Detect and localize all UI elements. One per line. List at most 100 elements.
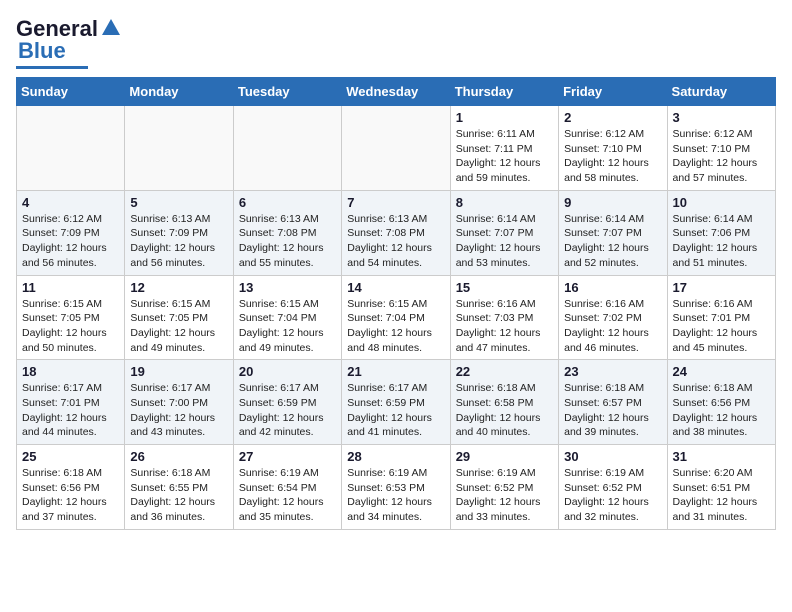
weekday-header-wednesday: Wednesday xyxy=(342,78,450,106)
day-number: 13 xyxy=(239,280,336,295)
day-number: 3 xyxy=(673,110,770,125)
week-row-4: 18 Sunrise: 6:17 AM Sunset: 7:01 PM Dayli… xyxy=(17,360,776,445)
day-info: Sunrise: 6:17 AM Sunset: 6:59 PM Dayligh… xyxy=(239,381,336,440)
day-number: 2 xyxy=(564,110,661,125)
day-number: 5 xyxy=(130,195,227,210)
weekday-header-tuesday: Tuesday xyxy=(233,78,341,106)
day-number: 7 xyxy=(347,195,444,210)
day-number: 27 xyxy=(239,449,336,464)
day-number: 15 xyxy=(456,280,553,295)
day-number: 28 xyxy=(347,449,444,464)
day-info: Sunrise: 6:18 AM Sunset: 6:57 PM Dayligh… xyxy=(564,381,661,440)
week-row-2: 4Sunrise: 6:12 AM Sunset: 7:09 PM Daylig… xyxy=(17,190,776,275)
day-number: 12 xyxy=(130,280,227,295)
calendar-cell: 29 Sunrise: 6:19 AM Sunset: 6:52 PM Dayli… xyxy=(450,445,558,530)
weekday-header-monday: Monday xyxy=(125,78,233,106)
calendar-cell xyxy=(233,106,341,191)
logo-blue: Blue xyxy=(18,38,66,64)
day-info: Sunrise: 6:19 AM Sunset: 6:52 PM Dayligh… xyxy=(456,466,553,525)
day-info: Sunrise: 6:17 AM Sunset: 7:01 PM Dayligh… xyxy=(22,381,119,440)
day-number: 24 xyxy=(673,364,770,379)
day-info: Sunrise: 6:15 AM Sunset: 7:04 PM Dayligh… xyxy=(239,297,336,356)
day-number: 1 xyxy=(456,110,553,125)
day-info: Sunrise: 6:16 AM Sunset: 7:02 PM Dayligh… xyxy=(564,297,661,356)
day-number: 6 xyxy=(239,195,336,210)
day-number: 31 xyxy=(673,449,770,464)
calendar-cell: 25 Sunrise: 6:18 AM Sunset: 6:56 PM Dayli… xyxy=(17,445,125,530)
day-info: Sunrise: 6:17 AM Sunset: 6:59 PM Dayligh… xyxy=(347,381,444,440)
day-number: 10 xyxy=(673,195,770,210)
calendar-cell: 11Sunrise: 6:15 AM Sunset: 7:05 PM Dayli… xyxy=(17,275,125,360)
calendar-cell: 5 Sunrise: 6:13 AM Sunset: 7:09 PM Daylig… xyxy=(125,190,233,275)
weekday-header-friday: Friday xyxy=(559,78,667,106)
calendar-cell: 20 Sunrise: 6:17 AM Sunset: 6:59 PM Dayli… xyxy=(233,360,341,445)
header: General Blue xyxy=(16,16,776,69)
weekday-header-sunday: Sunday xyxy=(17,78,125,106)
day-info: Sunrise: 6:18 AM Sunset: 6:56 PM Dayligh… xyxy=(22,466,119,525)
calendar-cell: 22Sunrise: 6:18 AM Sunset: 6:58 PM Dayli… xyxy=(450,360,558,445)
day-info: Sunrise: 6:11 AM Sunset: 7:11 PM Dayligh… xyxy=(456,127,553,186)
weekday-header-row: SundayMondayTuesdayWednesdayThursdayFrid… xyxy=(17,78,776,106)
day-number: 19 xyxy=(130,364,227,379)
calendar-cell: 3Sunrise: 6:12 AM Sunset: 7:10 PM Daylig… xyxy=(667,106,775,191)
day-info: Sunrise: 6:13 AM Sunset: 7:08 PM Dayligh… xyxy=(239,212,336,271)
day-info: Sunrise: 6:18 AM Sunset: 6:55 PM Dayligh… xyxy=(130,466,227,525)
calendar-cell: 30 Sunrise: 6:19 AM Sunset: 6:52 PM Dayli… xyxy=(559,445,667,530)
logo: General Blue xyxy=(16,16,122,69)
calendar-cell: 7 Sunrise: 6:13 AM Sunset: 7:08 PM Daylig… xyxy=(342,190,450,275)
day-info: Sunrise: 6:13 AM Sunset: 7:09 PM Dayligh… xyxy=(130,212,227,271)
day-number: 25 xyxy=(22,449,119,464)
day-info: Sunrise: 6:13 AM Sunset: 7:08 PM Dayligh… xyxy=(347,212,444,271)
day-number: 30 xyxy=(564,449,661,464)
calendar-cell: 19 Sunrise: 6:17 AM Sunset: 7:00 PM Dayli… xyxy=(125,360,233,445)
calendar-cell: 15 Sunrise: 6:16 AM Sunset: 7:03 PM Dayli… xyxy=(450,275,558,360)
day-number: 14 xyxy=(347,280,444,295)
day-number: 4 xyxy=(22,195,119,210)
calendar-cell: 24 Sunrise: 6:18 AM Sunset: 6:56 PM Dayli… xyxy=(667,360,775,445)
week-row-5: 25 Sunrise: 6:18 AM Sunset: 6:56 PM Dayli… xyxy=(17,445,776,530)
logo-icon xyxy=(100,17,122,39)
day-info: Sunrise: 6:15 AM Sunset: 7:04 PM Dayligh… xyxy=(347,297,444,356)
day-info: Sunrise: 6:19 AM Sunset: 6:54 PM Dayligh… xyxy=(239,466,336,525)
calendar-cell: 8 Sunrise: 6:14 AM Sunset: 7:07 PM Daylig… xyxy=(450,190,558,275)
day-number: 9 xyxy=(564,195,661,210)
logo-underline xyxy=(16,66,88,69)
calendar-cell: 9 Sunrise: 6:14 AM Sunset: 7:07 PM Daylig… xyxy=(559,190,667,275)
day-number: 29 xyxy=(456,449,553,464)
calendar-cell: 28Sunrise: 6:19 AM Sunset: 6:53 PM Dayli… xyxy=(342,445,450,530)
day-info: Sunrise: 6:12 AM Sunset: 7:10 PM Dayligh… xyxy=(564,127,661,186)
weekday-header-saturday: Saturday xyxy=(667,78,775,106)
day-info: Sunrise: 6:14 AM Sunset: 7:07 PM Dayligh… xyxy=(456,212,553,271)
calendar-cell: 27 Sunrise: 6:19 AM Sunset: 6:54 PM Dayli… xyxy=(233,445,341,530)
day-number: 26 xyxy=(130,449,227,464)
day-number: 17 xyxy=(673,280,770,295)
day-number: 20 xyxy=(239,364,336,379)
calendar-cell: 6 Sunrise: 6:13 AM Sunset: 7:08 PM Daylig… xyxy=(233,190,341,275)
day-info: Sunrise: 6:16 AM Sunset: 7:03 PM Dayligh… xyxy=(456,297,553,356)
day-info: Sunrise: 6:15 AM Sunset: 7:05 PM Dayligh… xyxy=(130,297,227,356)
calendar-cell: 1 Sunrise: 6:11 AM Sunset: 7:11 PM Daylig… xyxy=(450,106,558,191)
day-number: 8 xyxy=(456,195,553,210)
calendar-cell: 23Sunrise: 6:18 AM Sunset: 6:57 PM Dayli… xyxy=(559,360,667,445)
weekday-header-thursday: Thursday xyxy=(450,78,558,106)
day-info: Sunrise: 6:16 AM Sunset: 7:01 PM Dayligh… xyxy=(673,297,770,356)
calendar-cell: 31Sunrise: 6:20 AM Sunset: 6:51 PM Dayli… xyxy=(667,445,775,530)
calendar-cell: 14 Sunrise: 6:15 AM Sunset: 7:04 PM Dayli… xyxy=(342,275,450,360)
calendar-cell: 12 Sunrise: 6:15 AM Sunset: 7:05 PM Dayli… xyxy=(125,275,233,360)
calendar-cell: 17 Sunrise: 6:16 AM Sunset: 7:01 PM Dayli… xyxy=(667,275,775,360)
calendar-cell xyxy=(342,106,450,191)
day-info: Sunrise: 6:18 AM Sunset: 6:58 PM Dayligh… xyxy=(456,381,553,440)
calendar-cell xyxy=(125,106,233,191)
calendar-cell: 10 Sunrise: 6:14 AM Sunset: 7:06 PM Dayli… xyxy=(667,190,775,275)
day-info: Sunrise: 6:18 AM Sunset: 6:56 PM Dayligh… xyxy=(673,381,770,440)
day-info: Sunrise: 6:14 AM Sunset: 7:07 PM Dayligh… xyxy=(564,212,661,271)
calendar-cell: 18 Sunrise: 6:17 AM Sunset: 7:01 PM Dayli… xyxy=(17,360,125,445)
day-number: 21 xyxy=(347,364,444,379)
day-number: 11 xyxy=(22,280,119,295)
day-number: 18 xyxy=(22,364,119,379)
calendar-cell: 16Sunrise: 6:16 AM Sunset: 7:02 PM Dayli… xyxy=(559,275,667,360)
day-info: Sunrise: 6:14 AM Sunset: 7:06 PM Dayligh… xyxy=(673,212,770,271)
day-info: Sunrise: 6:17 AM Sunset: 7:00 PM Dayligh… xyxy=(130,381,227,440)
week-row-1: 1 Sunrise: 6:11 AM Sunset: 7:11 PM Daylig… xyxy=(17,106,776,191)
day-info: Sunrise: 6:19 AM Sunset: 6:52 PM Dayligh… xyxy=(564,466,661,525)
